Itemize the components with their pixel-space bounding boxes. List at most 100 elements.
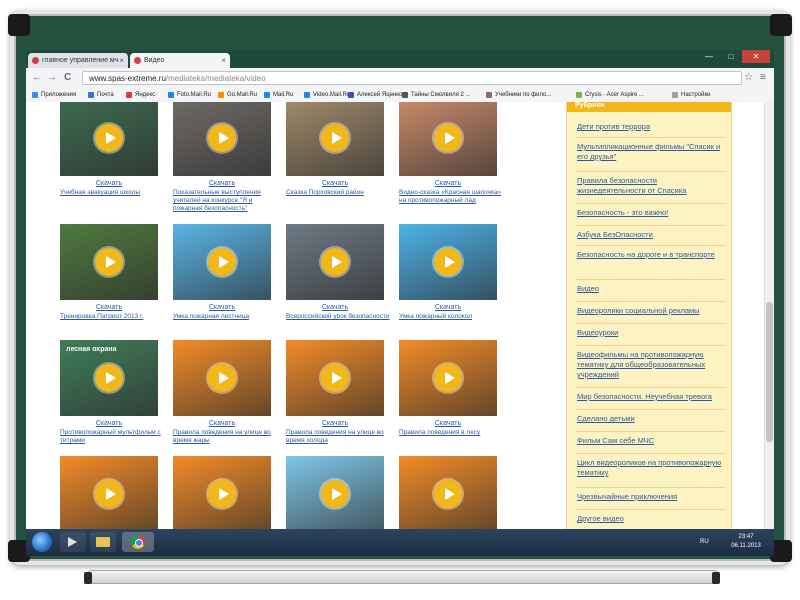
download-link[interactable]: Скачать xyxy=(286,180,384,187)
minimize-button[interactable]: — xyxy=(698,50,720,63)
close-tab-icon[interactable]: × xyxy=(119,53,124,68)
taskbar-media-player[interactable] xyxy=(60,532,86,552)
bookmark-item[interactable]: Яндекс xyxy=(126,90,155,100)
sidebar-category-link[interactable]: Сделано детьми xyxy=(577,414,725,424)
download-link[interactable]: Скачать xyxy=(399,180,497,187)
sidebar-category-link[interactable]: Фильм Сам себе МЧС xyxy=(577,436,725,446)
video-thumbnail[interactable]: лесная охрана xyxy=(60,340,158,416)
bookmark-item[interactable]: Учебники по фило... xyxy=(486,90,551,100)
play-icon[interactable] xyxy=(434,248,462,276)
scrollbar-thumb[interactable] xyxy=(766,302,773,442)
forward-button[interactable]: → xyxy=(47,71,57,85)
bookmark-star-icon[interactable]: ☆ xyxy=(744,71,753,85)
download-link[interactable]: Скачать xyxy=(286,420,384,427)
bookmark-item[interactable]: Foto.Mail.Ru xyxy=(168,90,211,100)
sidebar-category-link[interactable]: Безопасность на дороге и в транспорте xyxy=(577,250,725,260)
video-title-link[interactable]: Правила поведения на улице во время холо… xyxy=(286,429,396,445)
video-title-link[interactable]: Правила поведения на улице во время жары xyxy=(173,429,283,445)
bookmark-item[interactable]: Алексей Яценко xyxy=(348,90,402,100)
sidebar-category-link[interactable]: Чрезвычайные приключения xyxy=(577,492,725,502)
video-thumbnail[interactable] xyxy=(399,340,497,416)
play-icon[interactable] xyxy=(321,248,349,276)
bookmark-item[interactable]: Почта xyxy=(88,90,114,100)
back-button[interactable]: ← xyxy=(32,71,42,85)
play-icon[interactable] xyxy=(208,248,236,276)
video-thumbnail[interactable] xyxy=(60,456,158,529)
sidebar-category-link[interactable]: Видеофильмы на противопожарную тематику … xyxy=(577,350,725,380)
bookmark-item[interactable]: Video.Mail.Ru xyxy=(304,90,350,100)
bookmark-item[interactable]: Go.Mail.Ru xyxy=(218,90,257,100)
video-thumbnail[interactable] xyxy=(286,456,384,529)
sidebar-category-link[interactable]: Цикл видеороликов на противопожарную тем… xyxy=(577,458,725,478)
video-title-link[interactable]: Тренировка Патриот 2013 г. xyxy=(60,313,170,321)
play-icon[interactable] xyxy=(208,364,236,392)
video-thumbnail[interactable] xyxy=(60,224,158,300)
start-button[interactable] xyxy=(32,532,52,552)
video-thumbnail[interactable] xyxy=(286,340,384,416)
play-icon[interactable] xyxy=(95,480,123,508)
clock-date[interactable]: 06.11.2013 xyxy=(726,542,766,550)
sidebar-category-link[interactable]: Мультипликационные фильмы "Спасик и его … xyxy=(577,142,725,162)
tab-video[interactable]: Видео × xyxy=(130,53,230,68)
video-title-link[interactable]: Всероссийский урок безопасности xyxy=(286,313,396,321)
video-thumbnail[interactable] xyxy=(60,102,158,176)
bookmark-item[interactable]: Тайны Смолвиля 2 ... xyxy=(402,90,471,100)
video-thumbnail[interactable] xyxy=(173,340,271,416)
play-icon[interactable] xyxy=(95,364,123,392)
video-title-link[interactable]: Правила поведения в лесу xyxy=(399,429,509,437)
sidebar-category-link[interactable]: Другое видео xyxy=(577,514,725,524)
menu-icon[interactable]: ≡ xyxy=(760,71,766,85)
close-tab-icon[interactable]: × xyxy=(221,53,226,68)
sidebar-category-link[interactable]: Дети против террора xyxy=(577,122,725,132)
sidebar-category-link[interactable]: Видеоролики социальной рекламы xyxy=(577,306,725,316)
video-thumbnail[interactable] xyxy=(173,224,271,300)
download-link[interactable]: Скачать xyxy=(173,304,271,311)
play-icon[interactable] xyxy=(321,364,349,392)
close-window-button[interactable]: ✕ xyxy=(742,50,770,63)
sidebar-category-link[interactable]: Видео xyxy=(577,284,725,294)
play-icon[interactable] xyxy=(95,248,123,276)
download-link[interactable]: Скачать xyxy=(60,304,158,311)
play-icon[interactable] xyxy=(434,124,462,152)
taskbar-chrome[interactable] xyxy=(122,532,154,552)
download-link[interactable]: Скачать xyxy=(173,180,271,187)
reload-button[interactable]: C xyxy=(64,71,71,85)
page-scrollbar[interactable] xyxy=(764,102,774,529)
download-link[interactable]: Скачать xyxy=(60,180,158,187)
video-title-link[interactable]: Показательные выступления учителей на ко… xyxy=(173,189,283,213)
video-thumbnail[interactable] xyxy=(286,224,384,300)
play-icon[interactable] xyxy=(321,124,349,152)
url-input[interactable]: www.spas-extreme.ru/mediateka/mediateka/… xyxy=(82,71,742,85)
sidebar-category-link[interactable]: Мир безопасности. Неучебная тревога xyxy=(577,392,725,402)
video-title-link[interactable]: Видео-сказка «Красная шапочка» на против… xyxy=(399,189,509,205)
play-icon[interactable] xyxy=(434,480,462,508)
video-thumbnail[interactable] xyxy=(399,224,497,300)
video-thumbnail[interactable] xyxy=(286,102,384,176)
language-indicator[interactable]: RU xyxy=(700,538,709,546)
bookmark-item[interactable]: Настройки xyxy=(672,90,710,100)
play-icon[interactable] xyxy=(434,364,462,392)
tab-main[interactable]: главное управление мч × xyxy=(28,53,128,68)
download-link[interactable]: Скачать xyxy=(286,304,384,311)
sidebar-category-link[interactable]: Видеоуроки xyxy=(577,328,725,338)
taskbar-explorer[interactable] xyxy=(90,532,116,552)
video-title-link[interactable]: Сказка Порховский район xyxy=(286,189,396,197)
video-title-link[interactable]: Умка пожарный колокол xyxy=(399,313,509,321)
play-icon[interactable] xyxy=(321,480,349,508)
video-title-link[interactable]: Учебная эвакуация школы xyxy=(60,189,170,197)
video-title-link[interactable]: Противопожарный мультфильм с титрами xyxy=(60,429,170,445)
video-thumbnail[interactable] xyxy=(173,456,271,529)
play-icon[interactable] xyxy=(208,124,236,152)
sidebar-category-link[interactable]: Безопасность - это важно! xyxy=(577,208,725,218)
bookmark-item[interactable]: Приложения xyxy=(32,90,76,100)
video-title-link[interactable]: Умка пожарная лестница xyxy=(173,313,283,321)
clock-time[interactable]: 23:47 xyxy=(726,533,766,541)
sidebar-category-link[interactable]: Азбука БезОпасности xyxy=(577,230,725,240)
play-icon[interactable] xyxy=(95,124,123,152)
video-thumbnail[interactable] xyxy=(399,456,497,529)
download-link[interactable]: Скачать xyxy=(173,420,271,427)
bookmark-item[interactable]: Crysis - Acer Aspire ... xyxy=(576,90,644,100)
video-thumbnail[interactable] xyxy=(173,102,271,176)
download-link[interactable]: Скачать xyxy=(399,304,497,311)
play-icon[interactable] xyxy=(208,480,236,508)
